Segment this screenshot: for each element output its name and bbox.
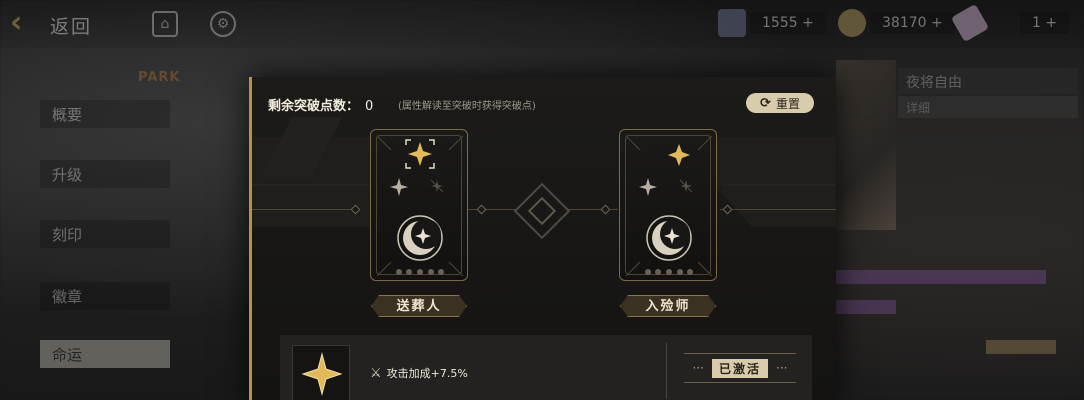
right-panel-title: 夜将自由 — [898, 68, 1078, 94]
connector-dot — [476, 204, 487, 215]
card-art-icon — [625, 135, 713, 277]
stat-bar — [986, 340, 1056, 354]
attack-icon: ⚔ — [370, 365, 382, 381]
resource-2: 38170 + — [870, 12, 955, 36]
skill-row: ⚔ 攻击加成+7.5% ··· 已激活 ··· — [280, 335, 812, 400]
tarot-card-1[interactable] — [370, 129, 468, 281]
skill-icon-box — [292, 345, 350, 400]
divider — [666, 343, 667, 399]
right-panel: 夜将自由 详细 — [836, 60, 1084, 400]
stat-bar — [836, 300, 896, 314]
connector-dot — [722, 204, 733, 215]
back-label[interactable]: 返回 — [50, 12, 92, 39]
breakthrough-dialog: 剩余突破点数： 0 (属性解读至突破时获得突破点) ⟳ 重置 送葬人 入殓师 ⚔… — [249, 77, 836, 400]
status-badge: 已激活 — [711, 358, 768, 378]
card-2-name: 入殓师 — [620, 295, 716, 317]
status-dots-right: ··· — [776, 361, 788, 375]
reset-button[interactable]: ⟳ 重置 — [746, 93, 814, 113]
coin-icon — [838, 9, 866, 37]
resource-3: 1 + — [1020, 12, 1070, 36]
tarot-card-2[interactable] — [619, 129, 717, 281]
points-hint: (属性解读至突破时获得突破点) — [398, 101, 536, 112]
menu-item-upgrade[interactable]: 升级 — [40, 160, 170, 188]
menu-item-badge[interactable]: 徽章 — [40, 282, 170, 310]
stat-bar — [926, 270, 1046, 284]
connector-dot — [350, 204, 361, 215]
home-icon[interactable]: ⌂ — [152, 11, 178, 37]
status-box: ··· 已激活 ··· — [684, 353, 796, 383]
right-panel-subtitle[interactable]: 详细 — [898, 96, 1078, 118]
center-emblem-icon — [513, 182, 571, 240]
card-art-icon — [376, 135, 464, 277]
status-dots-left: ··· — [692, 361, 704, 375]
ticket-icon — [718, 9, 746, 37]
settings-icon[interactable]: ⚙ — [210, 11, 236, 37]
top-bar: ‹ 返回 ⌂ ⚙ 1555 + 38170 + 1 + — [0, 0, 1084, 48]
connector-line — [720, 209, 836, 210]
card-1-name: 送葬人 — [371, 295, 467, 317]
connector-line — [252, 209, 352, 210]
reset-label: 重置 — [775, 96, 800, 111]
menu-item-engrave[interactable]: 刻印 — [40, 220, 170, 248]
points-value: 0 — [365, 99, 374, 114]
character-portrait — [836, 60, 896, 230]
points-label: 剩余突破点数： 0 — [268, 99, 374, 114]
resource-1: 1555 + — [750, 12, 826, 36]
connector-dot — [600, 204, 611, 215]
crystal-icon — [950, 3, 990, 43]
menu-item-overview[interactable]: 概要 — [40, 100, 170, 128]
back-chevron-icon[interactable]: ‹ — [10, 8, 36, 38]
menu-item-fate[interactable]: 命运 — [40, 340, 170, 368]
skill-description: ⚔ 攻击加成+7.5% — [370, 365, 468, 381]
star-icon — [301, 352, 343, 396]
park-label: PARK — [138, 70, 181, 85]
refresh-icon: ⟳ — [760, 95, 771, 111]
